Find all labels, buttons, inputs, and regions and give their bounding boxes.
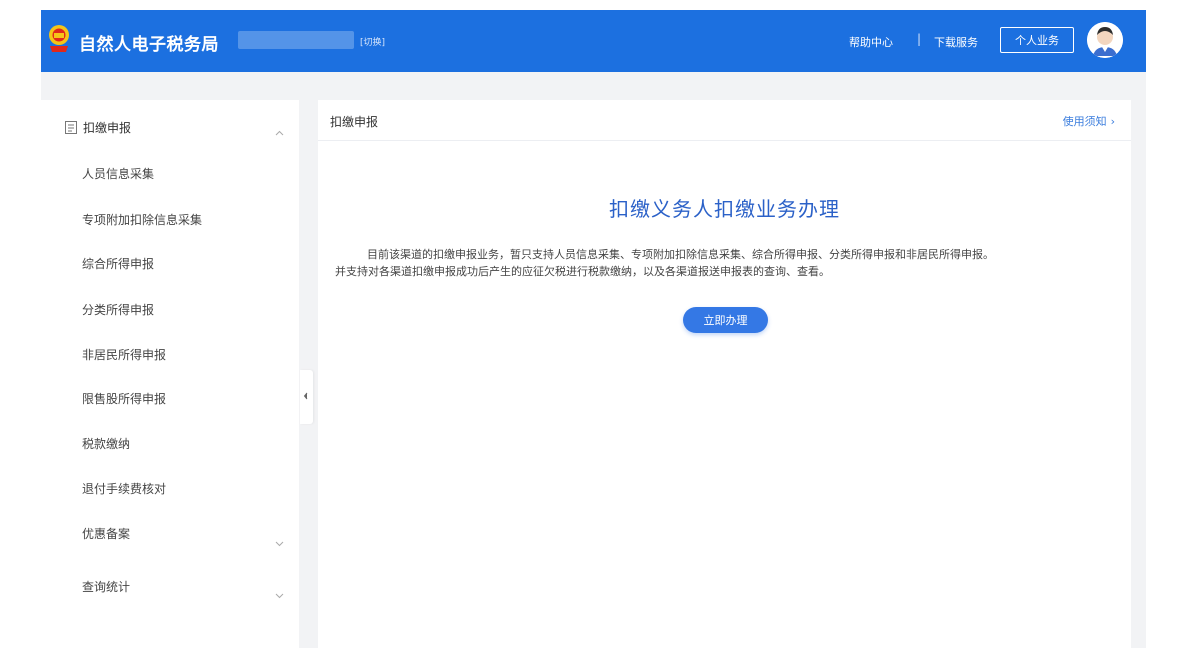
panel-header: 扣缴申报 使用须知 › (318, 100, 1131, 141)
sidebar-item-personnel-info[interactable]: 人员信息采集 (82, 164, 154, 184)
tax-emblem-icon (47, 24, 71, 54)
chevron-right-icon: › (1110, 115, 1115, 128)
sidebar-item-nonresident-income[interactable]: 非居民所得申报 (82, 345, 166, 365)
download-service-link[interactable]: 下载服务 (934, 34, 978, 50)
top-header: 自然人电子税务局 [切换] 帮助中心 | 下载服务 个人业务 (41, 10, 1146, 72)
help-center-link[interactable]: 帮助中心 (849, 34, 893, 50)
usage-notice-label: 使用须知 (1062, 115, 1107, 128)
chevron-up-icon (275, 121, 284, 140)
switch-link[interactable]: [切换] (360, 35, 385, 48)
page-title: 扣缴义务人扣缴业务办理 (609, 197, 840, 221)
app-title: 自然人电子税务局 (79, 35, 219, 55)
sidebar-group-header[interactable]: 扣缴申报 (41, 112, 299, 140)
usage-notice-link[interactable]: 使用须知 › (1063, 113, 1115, 129)
sidebar-item-classified-income[interactable]: 分类所得申报 (82, 300, 154, 320)
sidebar-item-tax-payment[interactable]: 税款缴纳 (82, 434, 130, 454)
panel-title: 扣缴申报 (330, 115, 379, 129)
description: 目前该渠道的扣缴申报业务，暂只支持人员信息采集、专项附加扣除信息采集、综合所得申… (335, 246, 1120, 280)
sidebar-item-comprehensive-income[interactable]: 综合所得申报 (82, 254, 154, 274)
description-line-2: 并支持对各渠道扣缴申报成功后产生的应征欠税进行税款缴纳，以及各渠道报送申报表的查… (335, 265, 830, 278)
process-now-button[interactable]: 立即办理 (683, 307, 768, 333)
collapse-arrow-icon (303, 392, 308, 400)
document-icon (65, 119, 77, 138)
sidebar-group-label: 扣缴申报 (83, 121, 132, 135)
masked-user-name (238, 31, 354, 49)
description-line-1: 目前该渠道的扣缴申报业务，暂只支持人员信息采集、专项附加扣除信息采集、综合所得申… (367, 248, 994, 261)
sidebar: 扣缴申报 人员信息采集 专项附加扣除信息采集 综合所得申报 分类所得申报 非居民… (41, 100, 299, 648)
main-panel: 扣缴申报 使用须知 › 扣缴义务人扣缴业务办理 目前该渠道的扣缴申报业务，暂只支持… (318, 100, 1131, 648)
personal-business-button[interactable]: 个人业务 (1000, 27, 1074, 53)
chevron-down-icon (275, 584, 284, 603)
chevron-down-icon (275, 532, 284, 551)
user-avatar-icon[interactable] (1087, 22, 1123, 58)
sidebar-item-preferential-filing[interactable]: 优惠备案 (82, 524, 130, 544)
sidebar-item-special-deduction[interactable]: 专项附加扣除信息采集 (82, 210, 202, 230)
nav-separator: | (917, 32, 922, 46)
sidebar-item-restricted-stock[interactable]: 限售股所得申报 (82, 389, 166, 409)
sidebar-item-query-stats[interactable]: 查询统计 (82, 577, 130, 597)
sidebar-item-fee-check[interactable]: 退付手续费核对 (82, 479, 166, 499)
sidebar-collapse-handle[interactable] (300, 370, 313, 424)
